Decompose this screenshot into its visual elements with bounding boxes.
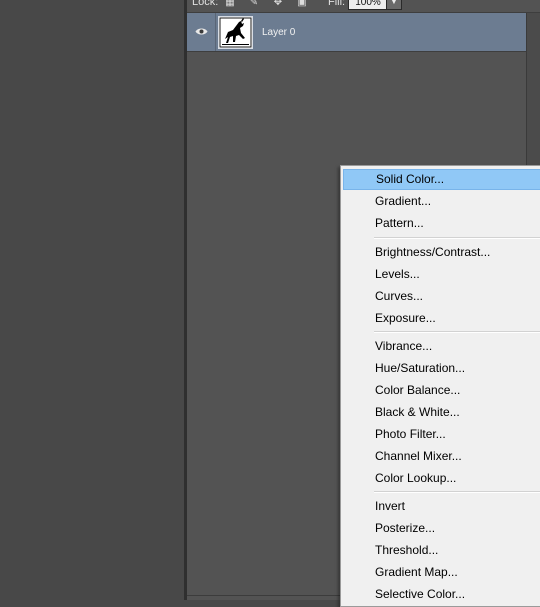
fill-input[interactable]: 100% [348,0,388,10]
menu-item-solid-color[interactable]: Solid Color... [343,169,540,190]
menu-item-black-white[interactable]: Black & White... [343,402,540,423]
menu-item-invert[interactable]: Invert [343,496,540,517]
document-canvas-area [0,0,184,600]
fill-label: Fill: [328,0,346,8]
goat-silhouette-icon [219,17,252,48]
lock-all-icon[interactable]: ▣ [296,0,308,8]
menu-item-pattern[interactable]: Pattern... [343,213,540,234]
layer-thumbnail[interactable] [218,16,253,49]
menu-item-photo-filter[interactable]: Photo Filter... [343,424,540,445]
eye-icon[interactable] [195,27,208,36]
menu-separator [374,331,540,333]
layer-visibility-toggle[interactable] [187,13,216,51]
menu-separator [374,237,540,239]
lock-label: Lock: [192,0,219,8]
lock-transparent-pixels-icon[interactable]: ▦ [224,0,236,8]
menu-item-channel-mixer[interactable]: Channel Mixer... [343,446,540,467]
lock-image-pixels-icon[interactable]: ✎ [248,0,260,8]
layers-options-bar: Lock: ▦ ✎ ✥ ▣ Fill: 100% ▼ [187,0,540,13]
menu-item-levels[interactable]: Levels... [343,264,540,285]
adjustment-layer-menu: Solid Color... Gradient... Pattern... Br… [340,165,540,607]
menu-item-hue-saturation[interactable]: Hue/Saturation... [343,358,540,379]
menu-item-exposure[interactable]: Exposure... [343,308,540,329]
lock-icons: ▦ ✎ ✥ ▣ [224,0,308,8]
menu-separator [374,491,540,493]
menu-item-posterize[interactable]: Posterize... [343,518,540,539]
layer-name[interactable]: Layer 0 [262,27,295,38]
menu-item-gradient[interactable]: Gradient... [343,191,540,212]
menu-item-color-lookup[interactable]: Color Lookup... [343,468,540,489]
menu-item-color-balance[interactable]: Color Balance... [343,380,540,401]
fill-dropdown-icon[interactable]: ▼ [386,0,402,10]
layer-row[interactable]: Layer 0 [187,13,527,52]
menu-item-selective-color[interactable]: Selective Color... [343,584,540,605]
menu-item-curves[interactable]: Curves... [343,286,540,307]
menu-item-brightness-contrast[interactable]: Brightness/Contrast... [343,242,540,263]
menu-item-vibrance[interactable]: Vibrance... [343,336,540,357]
menu-item-gradient-map[interactable]: Gradient Map... [343,562,540,583]
menu-item-threshold[interactable]: Threshold... [343,540,540,561]
lock-position-icon[interactable]: ✥ [272,0,284,8]
